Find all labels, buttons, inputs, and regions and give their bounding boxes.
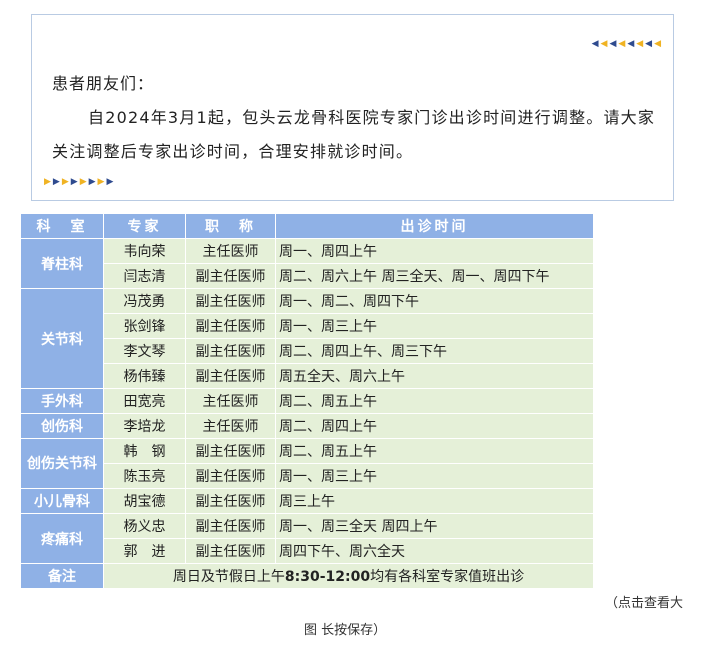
- greeting-text: 患者朋友们：: [52, 74, 155, 93]
- table-row: 创伤关节科 韩 钢 副主任医师 周二、周五上午: [20, 438, 594, 489]
- expert-title: 副主任医师: [185, 263, 276, 289]
- clinic-time: 周三上午: [275, 488, 594, 514]
- header-title: 职 称: [185, 213, 276, 239]
- dept-trauma-joint: 创伤关节科: [20, 438, 104, 489]
- notice-paragraph: 自2024年3月1起，包头云龙骨科医院专家门诊出诊时间进行调整。请大家关注调整后…: [52, 108, 656, 161]
- expert-title: 主任医师: [185, 238, 276, 264]
- expert-name: 张剑锋: [103, 313, 186, 339]
- expert-name: 闫志清: [103, 263, 186, 289]
- expert-name: 杨伟臻: [103, 363, 186, 389]
- expert-title: 副主任医师: [185, 313, 276, 339]
- dept-hand: 手外科: [20, 388, 104, 414]
- table-row: 闫志清 副主任医师 周二、周六上午 周三全天、周一、周四下午: [21, 263, 594, 289]
- clinic-time: 周四下午、周六全天: [275, 538, 594, 564]
- dept-pain: 疼痛科: [20, 513, 104, 564]
- header-time: 出诊时间: [275, 213, 594, 239]
- expert-title: 副主任医师: [185, 338, 276, 364]
- clinic-time: 周二、周四上午: [275, 413, 594, 439]
- expert-name: 郭 进: [103, 538, 186, 564]
- table-row: 陈玉亮 副主任医师 周一、周三上午: [21, 463, 594, 489]
- table-row: 疼痛科 杨义忠 副主任医师 周一、周三全天 周四上午: [20, 513, 594, 564]
- side-note: （点击查看大: [605, 596, 684, 611]
- note-label: 备注: [20, 563, 104, 589]
- expert-title: 副主任医师: [185, 363, 276, 389]
- expert-name: 杨义忠: [103, 513, 186, 539]
- dept-pediatric: 小儿骨科: [20, 488, 104, 514]
- clinic-time: 周二、周五上午: [275, 438, 594, 464]
- note-text: 周日及节假日上午8:30-12:00均有各科室专家值班出诊: [103, 563, 594, 589]
- clinic-time: 周二、周六上午 周三全天、周一、周四下午: [275, 263, 594, 289]
- table-header-row: 科 室 专家 职 称 出诊时间: [20, 213, 594, 239]
- table-row: 李文琴 副主任医师 周二、周四上午、周三下午: [21, 338, 594, 364]
- decorative-arrows-right-icon: ▶ ▶ ▶ ▶ ▶ ▶ ▶ ▶: [44, 177, 114, 187]
- clinic-time: 周二、周五上午: [275, 388, 594, 414]
- expert-title: 副主任医师: [185, 488, 276, 514]
- expert-name: 胡宝德: [103, 488, 186, 514]
- note-text-pre: 周日及节假日上午: [172, 569, 285, 585]
- table-row: 手外科 田宽亮 主任医师 周二、周五上午: [20, 388, 594, 414]
- expert-title: 主任医师: [185, 388, 276, 414]
- expert-title: 副主任医师: [185, 288, 276, 314]
- table-row: 创伤科 李培龙 主任医师 周二、周四上午: [20, 413, 594, 439]
- clinic-time: 周一、周四上午: [275, 238, 594, 264]
- expert-name: 李培龙: [103, 413, 186, 439]
- expert-name: 冯茂勇: [103, 288, 186, 314]
- table-row: 张剑锋 副主任医师 周一、周三上午: [21, 313, 594, 339]
- table-row: 郭 进 副主任医师 周四下午、周六全天: [21, 538, 594, 564]
- clinic-time: 周一、周三上午: [275, 463, 594, 489]
- clinic-time: 周一、周三上午: [275, 313, 594, 339]
- header-expert: 专家: [103, 213, 186, 239]
- clinic-time: 周五全天、周六上午: [275, 363, 594, 389]
- clinic-time: 周一、周三全天 周四上午: [275, 513, 594, 539]
- expert-title: 副主任医师: [185, 513, 276, 539]
- note-text-post: 均有各科室专家值班出诊: [370, 569, 525, 585]
- expert-title: 副主任医师: [185, 538, 276, 564]
- clinic-time: 周一、周二、周四下午: [275, 288, 594, 314]
- dept-joint: 关节科: [20, 288, 104, 389]
- expert-title: 副主任医师: [185, 438, 276, 464]
- image-caption: 图 长按保存）: [304, 623, 387, 638]
- expert-title: 副主任医师: [185, 463, 276, 489]
- dept-trauma: 创伤科: [20, 413, 104, 439]
- notice-box: ◀ ◀ ◀ ◀ ◀ ◀ ◀ ◀ 患者朋友们： 自2024年3月1起，包头云龙骨科医院专家门诊出…: [31, 14, 674, 201]
- table-row: 小儿骨科 胡宝德 副主任医师 周三上午: [20, 488, 594, 514]
- expert-name: 韦向荣: [103, 238, 186, 264]
- table-row: 杨伟臻 副主任医师 周五全天、周六上午: [21, 363, 594, 389]
- note-row: 备注 周日及节假日上午8:30-12:00均有各科室专家值班出诊: [20, 563, 594, 589]
- decorative-arrows-left-icon: ◀ ◀ ◀ ◀ ◀ ◀ ◀ ◀: [591, 39, 661, 49]
- note-time: 8:30-12:00: [284, 569, 371, 585]
- clinic-time: 周二、周四上午、周三下午: [275, 338, 594, 364]
- expert-name: 李文琴: [103, 338, 186, 364]
- table-row: 脊柱科 韦向荣 主任医师 周一、周四上午: [20, 238, 594, 289]
- table-row: 关节科 冯茂勇 副主任医师 周一、周二、周四下午: [20, 288, 594, 389]
- expert-name: 陈玉亮: [103, 463, 186, 489]
- dept-spine: 脊柱科: [20, 238, 104, 289]
- expert-name: 田宽亮: [103, 388, 186, 414]
- expert-title: 主任医师: [185, 413, 276, 439]
- header-dept: 科 室: [20, 213, 104, 239]
- expert-name: 韩 钢: [103, 438, 186, 464]
- schedule-table: 科 室 专家 职 称 出诊时间 脊柱科 韦向荣 主任医师 周一、周四上午 闫志清…: [20, 213, 594, 589]
